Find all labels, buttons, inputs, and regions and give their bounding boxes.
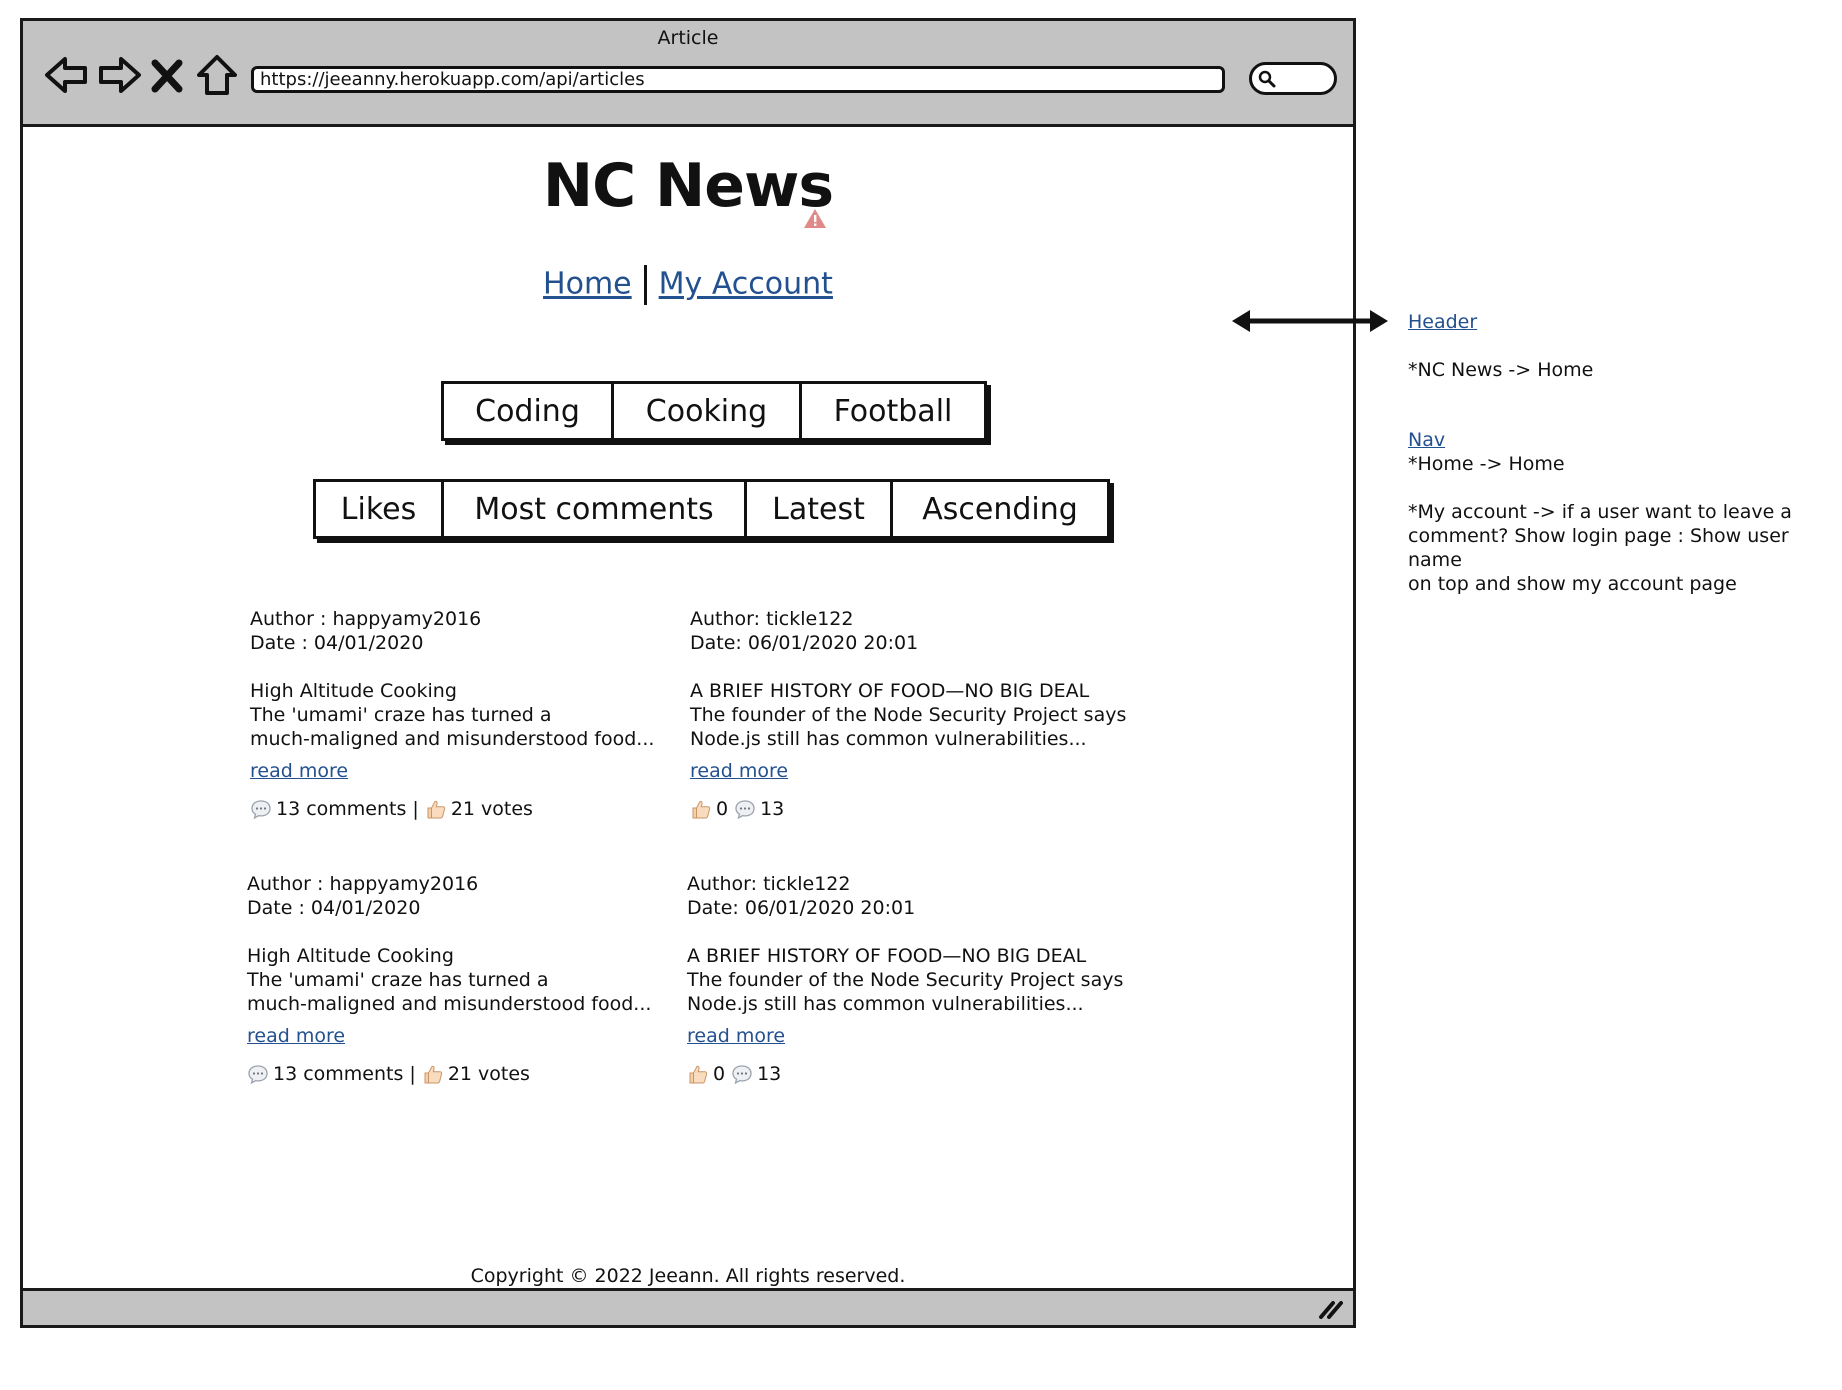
tab-sort-likes[interactable]: Likes [316,482,444,536]
annotation-nav-note: *My account -> if a user want to leave a [1408,501,1792,523]
article-author: Author : happyamy2016 [247,873,479,895]
article-excerpt: The founder of the Node Security Project… [690,704,1127,726]
article-stats: 13 comments | 21 votes [250,797,730,821]
article-date: Date : 04/01/2020 [247,897,421,919]
article-title: High Altitude Cooking [247,945,454,967]
nav-divider [643,265,647,305]
read-more-link[interactable]: read more [250,759,348,783]
thumbs-up-icon[interactable] [690,798,712,820]
article-date: Date : 04/01/2020 [250,632,424,654]
article-excerpt: The founder of the Node Security Project… [687,969,1124,991]
warning-triangle-icon [803,208,827,229]
site-title[interactable]: NC News [23,151,1353,221]
copyright-footer: Copyright © 2022 Jeeann. All rights rese… [470,1265,906,1287]
article-excerpt: much-maligned and misunderstood food... [250,728,655,750]
resize-grip-icon[interactable] [1317,1297,1343,1319]
annotation-nav-note: on top and show my account page [1408,573,1737,595]
speech-bubble-icon[interactable] [731,1063,753,1085]
article-card: Author : happyamy2016 Date : 04/01/2020 … [250,607,730,821]
vote-count: 21 votes [450,798,533,820]
article-excerpt: The 'umami' craze has turned a [247,969,549,991]
back-arrow-icon[interactable] [43,51,91,99]
main-nav: Home My Account [23,265,1353,305]
speech-bubble-icon[interactable] [247,1063,269,1085]
read-more-link[interactable]: read more [690,759,788,783]
article-author: Author: tickle122 [690,608,854,630]
tab-sort-ascending[interactable]: Ascending [893,482,1107,536]
browser-search-input[interactable] [1249,62,1337,95]
article-title: High Altitude Cooking [250,680,457,702]
tab-topic-football[interactable]: Football [802,384,984,438]
vote-count: 0 [713,1063,726,1085]
double-arrow-icon [1230,306,1390,336]
tab-topic-cooking[interactable]: Cooking [614,384,802,438]
annotation-nav-note: comment? Show login page : Show user nam… [1408,525,1789,571]
article-title: A BRIEF HISTORY OF FOOD—NO BIG DEAL [690,680,1090,702]
article-excerpt: Node.js still has common vulnerabilities… [690,728,1087,750]
browser-titlebar: Article https://jeeanny.herokuapp.com/ap… [23,21,1353,127]
speech-bubble-icon[interactable] [250,798,272,820]
thumbs-up-icon[interactable] [422,1063,444,1085]
comment-count: 13 comments | [276,798,419,820]
vote-count: 21 votes [447,1063,530,1085]
article-title: A BRIEF HISTORY OF FOOD—NO BIG DEAL [687,945,1087,967]
nav-my-account-link[interactable]: My Account [659,267,833,302]
article-card: Author: tickle122 Date: 06/01/2020 20:01… [687,872,1167,1086]
topic-tabs: Coding Cooking Football [441,381,987,441]
article-card: Author: tickle122 Date: 06/01/2020 20:01… [690,607,1170,821]
browser-window: Article https://jeeanny.herokuapp.com/ap… [20,18,1356,1328]
url-input[interactable]: https://jeeanny.herokuapp.com/api/articl… [251,66,1225,93]
article-stats: 13 comments | 21 votes [247,1062,727,1086]
home-icon[interactable] [193,51,241,99]
article-excerpt: much-maligned and misunderstood food... [247,993,652,1015]
comment-count: 13 comments | [273,1063,416,1085]
window-title: Article [657,27,719,49]
forward-arrow-icon[interactable] [95,51,143,99]
article-stats: 0 13 [690,797,1170,821]
read-more-link[interactable]: read more [247,1024,345,1048]
annotation-nav-link[interactable]: Nav [1408,429,1445,451]
tab-sort-most-comments[interactable]: Most comments [444,482,747,536]
article-card: Author : happyamy2016 Date : 04/01/2020 … [247,872,727,1086]
nav-home-link[interactable]: Home [543,267,632,302]
search-icon [1258,70,1276,88]
thumbs-up-icon[interactable] [687,1063,709,1085]
annotation-header-link[interactable]: Header [1408,311,1477,333]
article-date: Date: 06/01/2020 20:01 [687,897,916,919]
article-stats: 0 13 [687,1062,1167,1086]
speech-bubble-icon[interactable] [734,798,756,820]
article-author: Author: tickle122 [687,873,851,895]
article-excerpt: Node.js still has common vulnerabilities… [687,993,1084,1015]
sort-tabs: Likes Most comments Latest Ascending [313,479,1110,539]
tab-sort-latest[interactable]: Latest [747,482,893,536]
annotation-nav-note: *Home -> Home [1408,453,1565,475]
vote-count: 0 [716,798,729,820]
read-more-link[interactable]: read more [687,1024,785,1048]
thumbs-up-icon[interactable] [425,798,447,820]
browser-statusbar [23,1288,1353,1325]
article-date: Date: 06/01/2020 20:01 [690,632,919,654]
annotation-notes: Header *NC News -> Home Nav *Home -> Hom… [1408,310,1828,596]
article-excerpt: The 'umami' craze has turned a [250,704,552,726]
tab-topic-coding[interactable]: Coding [444,384,614,438]
stop-x-icon[interactable] [147,51,187,99]
comment-count: 13 [760,798,785,820]
article-author: Author : happyamy2016 [250,608,482,630]
annotation-header-note: *NC News -> Home [1408,359,1594,381]
comment-count: 13 [757,1063,782,1085]
